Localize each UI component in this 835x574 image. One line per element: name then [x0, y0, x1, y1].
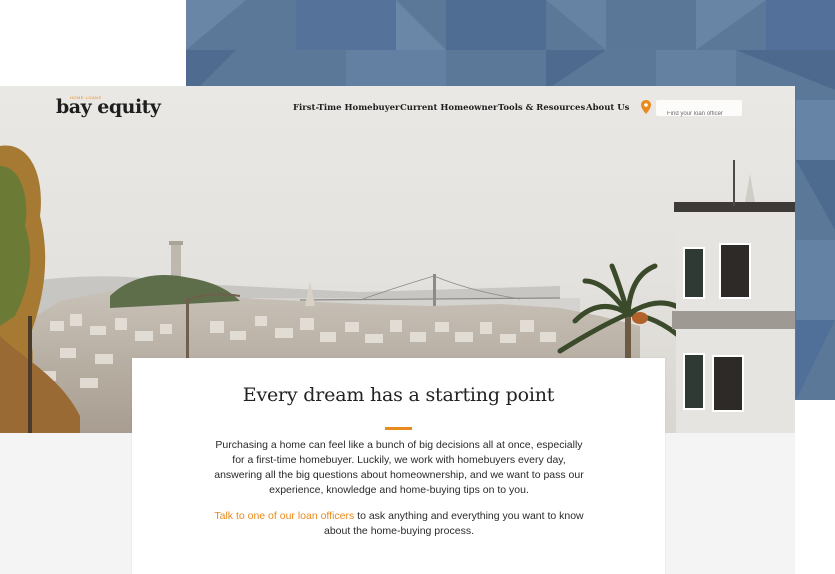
cta-paragraph: Talk to one of our loan officers to ask …	[208, 509, 590, 539]
loan-officer-search-input[interactable]	[656, 106, 742, 122]
nav-about-us[interactable]: About Us	[586, 103, 629, 113]
loan-officer-link[interactable]: Talk to one of our loan officers	[214, 510, 354, 522]
page-title: Every dream has a starting point	[242, 384, 555, 406]
nav-tools-resources[interactable]: Tools & Resources	[498, 103, 585, 113]
intro-paragraph: Purchasing a home can feel like a bunch …	[214, 439, 584, 496]
nav-first-time-homebuyer[interactable]: First-Time Homebuyer	[293, 103, 400, 113]
website-frame: HOME LOANS bay equity First-Time Homebuy…	[0, 86, 795, 574]
nav-current-homeowner[interactable]: Current Homeowner	[400, 103, 498, 113]
loan-officer-search	[656, 100, 742, 122]
top-navigation: HOME LOANS bay equity First-Time Homebuy…	[0, 86, 795, 132]
logo[interactable]: bay equity	[56, 96, 161, 118]
accent-divider	[385, 427, 412, 430]
content-card: Every dream has a starting point Purchas…	[132, 358, 665, 574]
location-pin-icon[interactable]	[641, 100, 651, 114]
cta-text: to ask anything and everything you want …	[323, 510, 584, 537]
